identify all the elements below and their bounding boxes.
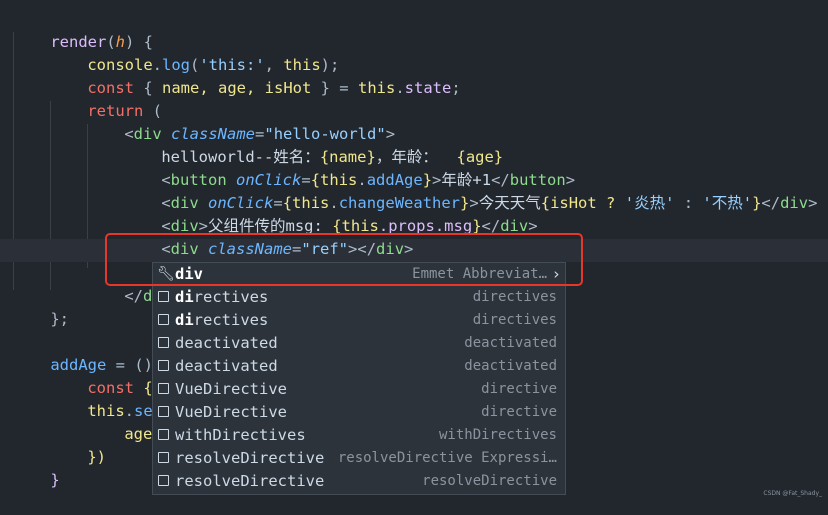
- code-line-2: console.log('this:', this);: [87, 56, 340, 74]
- code-line-1: render(h) {: [50, 33, 154, 51]
- suggest-item[interactable]: resolveDirective resolveDirective: [153, 470, 565, 493]
- watermark: CSDN @Fat_Shady_: [763, 490, 822, 497]
- suggest-item[interactable]: deactivated deactivated: [153, 355, 565, 378]
- code-line-7: <button onClick={this.addAge}>年龄+1</butt…: [161, 171, 576, 189]
- code-line-9: <div>父组件传的msg: {this.props.msg}</div>: [161, 217, 538, 235]
- text-icon: [158, 383, 169, 394]
- code-line-4: return (: [87, 102, 162, 120]
- text-icon: [158, 452, 169, 463]
- text-icon: [158, 337, 169, 348]
- text-icon: [158, 291, 169, 302]
- suggest-item[interactable]: deactivated deactivated: [153, 332, 565, 355]
- text-icon: [158, 406, 169, 417]
- code-line-8: <div onClick={this.changeWeather}>今天天气{i…: [161, 194, 818, 212]
- text-icon: [158, 360, 169, 371]
- code-line-5: <div className="hello-world">: [124, 125, 396, 143]
- suggest-widget[interactable]: 🔧︎ div Emmet Abbreviat… › directives dir…: [152, 262, 566, 495]
- suggest-item[interactable]: VueDirective directive: [153, 401, 565, 424]
- code-line-19: }): [87, 448, 106, 466]
- code-line-20: }: [50, 471, 60, 489]
- suggest-item[interactable]: withDirectives withDirectives: [153, 424, 565, 447]
- highlight-annotation-box: [105, 233, 583, 286]
- text-icon: [158, 314, 169, 325]
- text-icon: [158, 475, 169, 486]
- code-line-6: helloworld--姓名：{name}，年龄： {age}: [161, 148, 504, 166]
- suggest-item[interactable]: VueDirective directive: [153, 378, 565, 401]
- suggest-item[interactable]: resolveDirective resolveDirective Expres…: [153, 447, 565, 470]
- code-line-13: };: [50, 310, 69, 328]
- suggest-item[interactable]: directives directives: [153, 286, 565, 309]
- code-line-3: const { name, age, isHot } = this.state;: [87, 79, 461, 97]
- suggest-item[interactable]: directives directives: [153, 309, 565, 332]
- text-icon: [158, 429, 169, 440]
